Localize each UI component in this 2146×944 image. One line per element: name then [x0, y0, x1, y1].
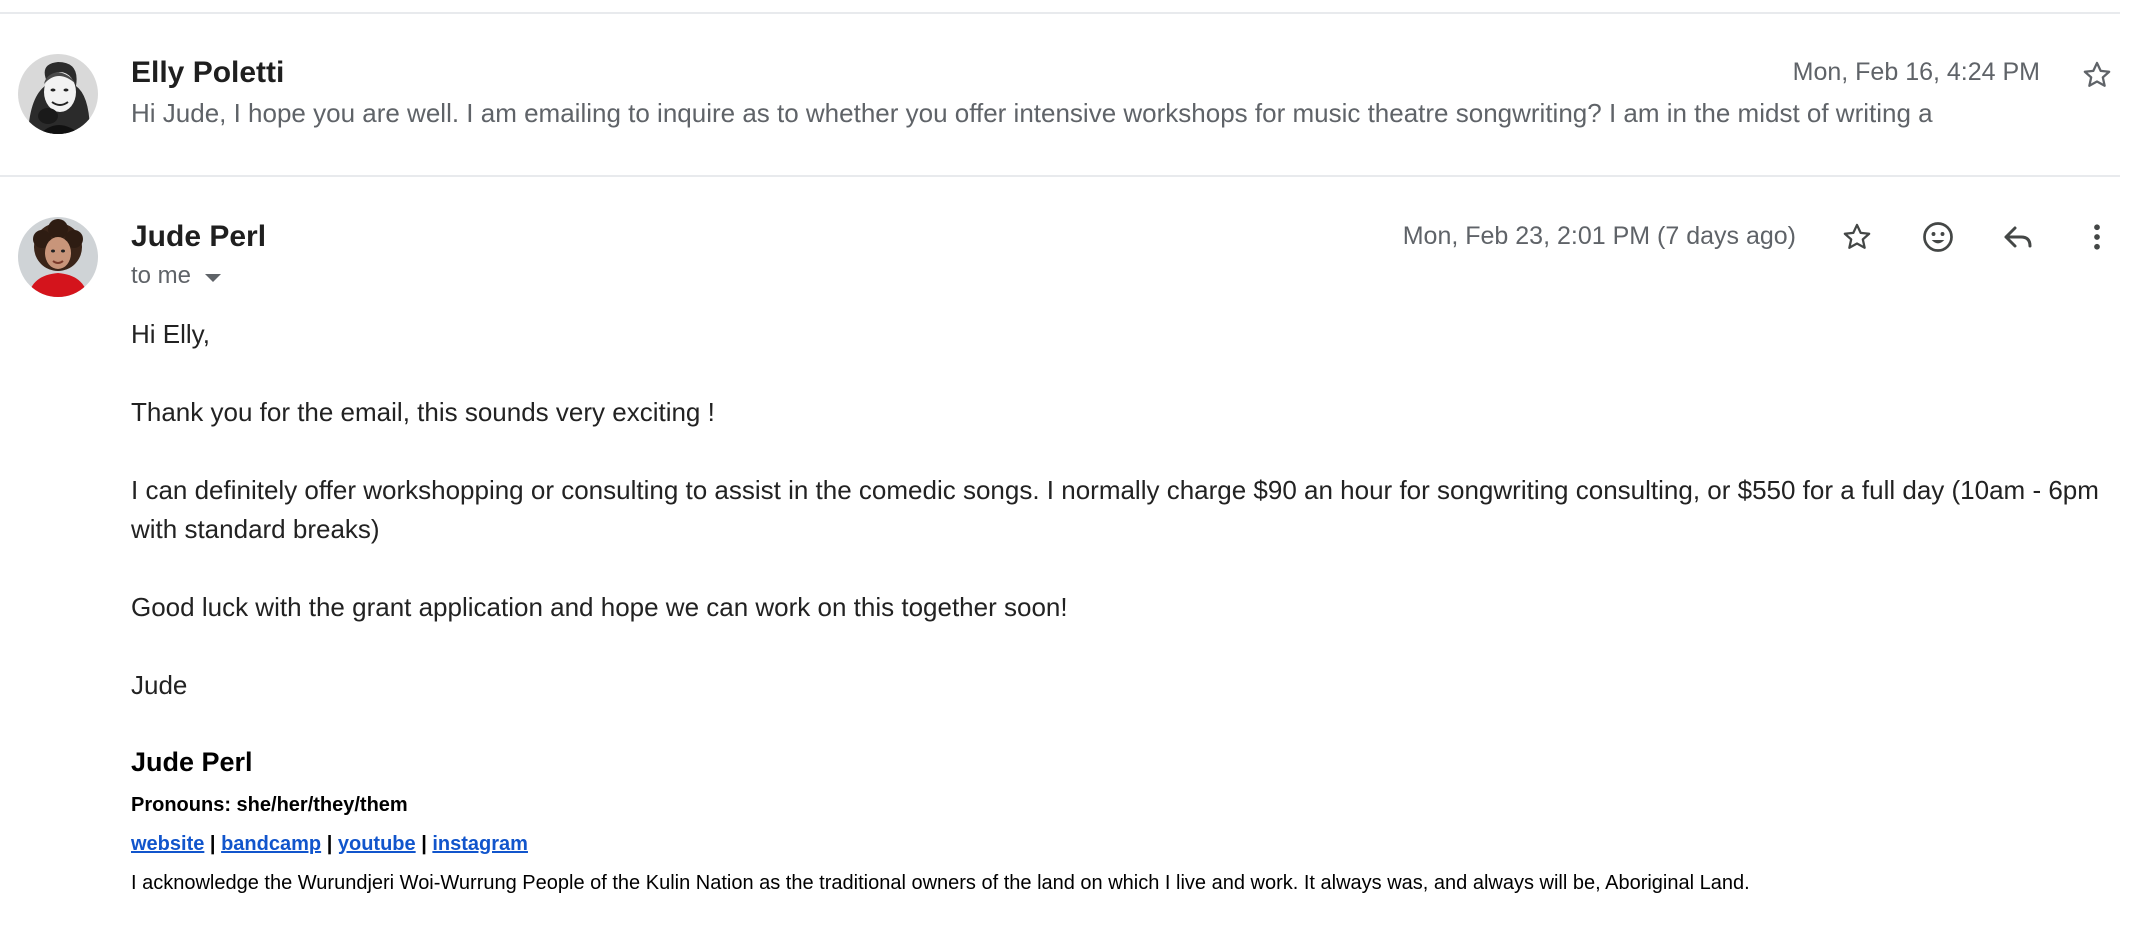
youtube-link[interactable]: youtube	[338, 833, 416, 855]
signature-acknowledgement: I acknowledge the Wurundjeri Woi-Wurrung…	[131, 872, 1750, 894]
star-button[interactable]	[2073, 51, 2121, 99]
reply-button[interactable]	[1994, 213, 2042, 261]
instagram-link[interactable]: instagram	[432, 833, 528, 855]
bandcamp-link[interactable]: bandcamp	[221, 833, 321, 855]
sender-name[interactable]: Jude Perl	[131, 220, 266, 254]
message-date: Mon, Feb 16, 4:24 PM	[1792, 58, 2040, 86]
website-link[interactable]: website	[131, 833, 204, 855]
email-signature: Jude Perl Pronouns: she/her/they/them we…	[131, 744, 2121, 902]
body-signoff: Jude	[131, 670, 188, 700]
recipient-label: to me	[131, 262, 192, 289]
avatar-elly-poletti[interactable]	[18, 54, 98, 134]
body-paragraph: Good luck with the grant application and…	[131, 592, 1068, 622]
body-paragraph: I can definitely offer workshopping or c…	[131, 475, 2099, 544]
chevron-down-icon	[205, 273, 222, 282]
star-icon	[2083, 61, 2111, 87]
signature-pronouns: Pronouns: she/her/they/them	[131, 794, 408, 816]
star-icon	[1843, 223, 1871, 249]
message-body: Hi Elly, Thank you for the email, this s…	[131, 315, 2121, 902]
add-reaction-button[interactable]	[1914, 213, 1962, 261]
body-greeting: Hi Elly,	[131, 319, 210, 349]
star-button[interactable]	[1833, 213, 1881, 261]
reply-icon	[2004, 226, 2032, 248]
recipient-details-toggle[interactable]: to me	[131, 262, 222, 290]
signature-name: Jude Perl	[131, 747, 253, 777]
message-date: Mon, Feb 23, 2:01 PM (7 days ago)	[1402, 222, 1796, 250]
avatar-photo-icon	[18, 217, 98, 297]
avatar-jude-perl[interactable]	[18, 217, 98, 297]
emoji-reaction-icon	[1923, 222, 1953, 252]
more-vert-icon	[2094, 224, 2100, 250]
link-separator: |	[326, 833, 333, 855]
avatar-photo-icon	[18, 54, 98, 134]
link-separator: |	[209, 833, 216, 855]
signature-links: website | bandcamp | youtube | instagram	[131, 824, 2121, 864]
sender-name[interactable]: Elly Poletti	[131, 56, 284, 90]
message-divider	[0, 175, 2120, 177]
link-separator: |	[421, 833, 427, 855]
more-options-button[interactable]	[2073, 213, 2121, 261]
message-snippet: Hi Jude, I hope you are well. I am email…	[131, 98, 1933, 128]
body-paragraph: Thank you for the email, this sounds ver…	[131, 397, 715, 427]
top-divider	[0, 12, 2120, 14]
